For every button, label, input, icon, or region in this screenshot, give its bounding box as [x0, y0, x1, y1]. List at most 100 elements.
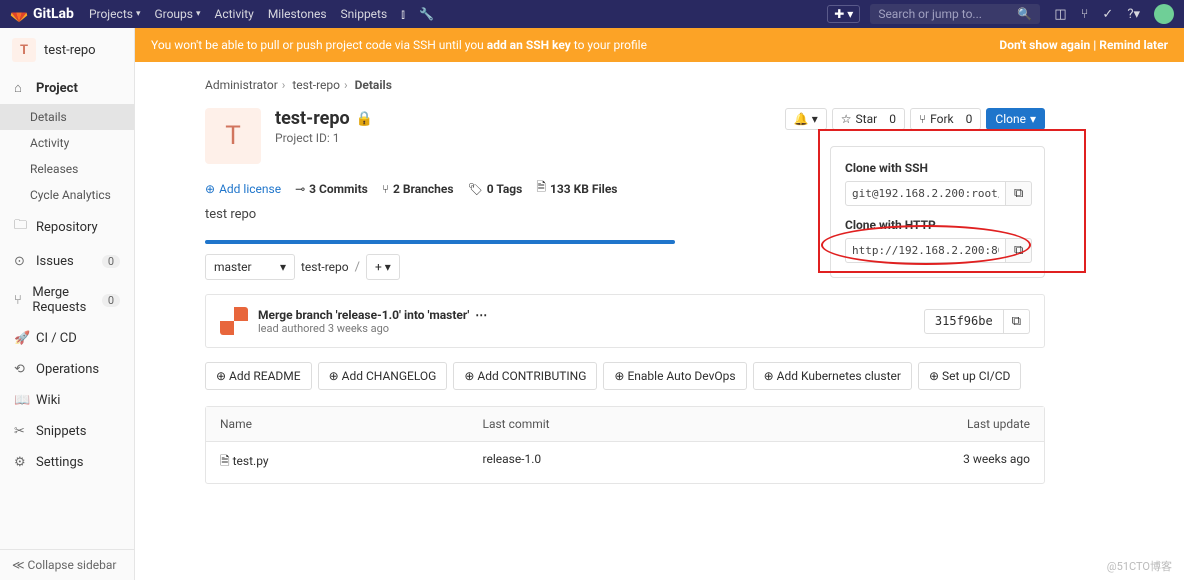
notification-btn[interactable]: 🔔 ▾: [785, 108, 827, 130]
sidebar-issues[interactable]: ⊙Issues0: [0, 246, 134, 277]
commits-count[interactable]: ⊸ 3 Commits: [295, 182, 368, 196]
merge-icon: ⑂: [14, 293, 24, 308]
user-avatar[interactable]: [1154, 4, 1174, 24]
header-update: Last update: [920, 417, 1030, 431]
lock-icon: 🔒: [356, 111, 373, 127]
branches-count[interactable]: ⑂ 2 Branches: [382, 182, 454, 196]
setup-buttons: ⊕ Add README ⊕ Add CHANGELOG ⊕ Add CONTR…: [205, 362, 1045, 390]
nav-snippets[interactable]: Snippets: [341, 7, 388, 21]
action-row: 🔔 ▾ ☆ Star0 ⑂ Fork0 Clone ▾ Clone with S…: [785, 108, 1045, 130]
fork-count: 0: [958, 108, 982, 130]
book-icon: 📖: [14, 393, 28, 408]
last-commit: Merge branch 'release-1.0' into 'master'…: [205, 294, 1045, 348]
path-root[interactable]: test-repo: [301, 260, 349, 274]
tags-count[interactable]: 🏷 0 Tags: [468, 182, 523, 196]
collapse-sidebar[interactable]: ≪ Collapse sidebar: [0, 549, 134, 580]
clone-panel: Clone with SSH ⧉ Clone with HTTP ⧉: [830, 146, 1045, 278]
fork-button[interactable]: ⑂ Fork: [910, 108, 963, 130]
table-row[interactable]: 🗎 test.py release-1.0 3 weeks ago: [206, 442, 1044, 483]
ssh-alert: You won't be able to pull or push projec…: [135, 28, 1184, 62]
plus-dropdown[interactable]: ✚ ▾: [827, 5, 860, 23]
add-kubernetes-button[interactable]: ⊕ Add Kubernetes cluster: [753, 362, 912, 390]
sidebar-repository[interactable]: 🗀Repository: [0, 208, 134, 246]
gear-icon: ⚙: [14, 455, 28, 470]
merge-icon[interactable]: ⑂: [1081, 7, 1089, 22]
commit-message[interactable]: Merge branch 'release-1.0' into 'master'…: [258, 308, 487, 322]
add-license-link[interactable]: ⊕ Add license: [205, 182, 281, 196]
nav-wrench-icon[interactable]: 🔧: [419, 7, 434, 21]
nav-milestones[interactable]: Milestones: [268, 7, 327, 21]
file-name[interactable]: 🗎 test.py: [220, 452, 483, 473]
sidebar-details[interactable]: Details: [0, 104, 134, 130]
clone-http-label: Clone with HTTP: [845, 218, 1030, 232]
clone-ssh-label: Clone with SSH: [845, 161, 1030, 175]
file-last-commit[interactable]: release-1.0: [483, 452, 921, 473]
todos-icon[interactable]: ✓: [1102, 7, 1113, 22]
nav-activity[interactable]: Activity: [215, 7, 254, 21]
issues-icon: ⊙: [14, 254, 28, 269]
copy-ssh-button[interactable]: ⧉: [1006, 181, 1032, 206]
project-big-avatar: T: [205, 108, 261, 164]
issues-count: 0: [102, 255, 120, 268]
clone-ssh-input[interactable]: [845, 181, 1006, 206]
sidebar-merge-requests[interactable]: ⑂Merge Requests0: [0, 277, 134, 323]
issues-icon[interactable]: ◫: [1054, 7, 1066, 22]
add-readme-button[interactable]: ⊕ Add README: [205, 362, 312, 390]
nav-stats-icon[interactable]: ⫾: [401, 7, 405, 22]
project-title: test-repo🔒: [275, 108, 373, 129]
gitlab-logo[interactable]: GitLab: [10, 5, 74, 23]
sidebar-settings[interactable]: ⚙Settings: [0, 447, 134, 478]
topbar: GitLab Projects▾ Groups▾ Activity Milest…: [0, 0, 1184, 28]
help-icon[interactable]: ?▾: [1127, 7, 1140, 22]
add-contributing-button[interactable]: ⊕ Add CONTRIBUTING: [453, 362, 597, 390]
sidebar-cycle[interactable]: Cycle Analytics: [0, 182, 134, 208]
setup-cicd-button[interactable]: ⊕ Set up CI/CD: [918, 362, 1021, 390]
branch-select[interactable]: master▾: [205, 254, 295, 280]
rocket-icon: 🚀: [14, 331, 28, 346]
nav-groups[interactable]: Groups▾: [154, 7, 200, 21]
sidebar-activity[interactable]: Activity: [0, 130, 134, 156]
sidebar-snippets[interactable]: ✂Snippets: [0, 416, 134, 447]
sidebar-wiki[interactable]: 📖Wiki: [0, 385, 134, 416]
sidebar-project-name: test-repo: [44, 43, 96, 58]
mr-count: 0: [102, 294, 120, 307]
project-avatar: T: [12, 38, 36, 62]
snippet-icon: ✂: [14, 424, 28, 439]
gitlab-icon: [10, 5, 28, 23]
folder-icon: 🗀: [14, 216, 28, 238]
clone-http-input[interactable]: [845, 238, 1006, 263]
star-count: 0: [881, 108, 905, 130]
clone-button[interactable]: Clone ▾: [986, 108, 1045, 130]
search-placeholder: Search or jump to...: [878, 7, 982, 21]
file-last-update: 3 weeks ago: [920, 452, 1030, 473]
star-button[interactable]: ☆ Star: [832, 108, 886, 130]
add-file-dropdown[interactable]: + ▾: [366, 254, 400, 280]
header-name: Name: [220, 417, 483, 431]
sidebar-releases[interactable]: Releases: [0, 156, 134, 182]
home-icon: ⌂: [14, 80, 28, 96]
crumb-details: Details: [355, 78, 392, 92]
search-input[interactable]: Search or jump to... 🔍: [870, 4, 1040, 24]
sidebar: T test-repo ⌂Project Details Activity Re…: [0, 28, 135, 580]
file-table: Name Last commit Last update 🗎 test.py r…: [205, 406, 1045, 484]
nav-projects[interactable]: Projects▾: [89, 7, 141, 21]
watermark: @51CTO博客: [1107, 558, 1172, 574]
alert-link[interactable]: add an SSH key: [487, 38, 571, 52]
add-changelog-button[interactable]: ⊕ Add CHANGELOG: [318, 362, 448, 390]
copy-sha-button[interactable]: ⧉: [1004, 309, 1030, 334]
sidebar-operations[interactable]: ⟲Operations: [0, 354, 134, 385]
enable-autodevops-button[interactable]: ⊕ Enable Auto DevOps: [603, 362, 746, 390]
copy-http-button[interactable]: ⧉: [1006, 238, 1032, 263]
project-id: Project ID: 1: [275, 131, 373, 145]
search-icon: 🔍: [1017, 7, 1032, 21]
sidebar-project-head[interactable]: T test-repo: [0, 28, 134, 72]
alert-actions: Don't show again | Remind later: [999, 38, 1168, 52]
remind-later[interactable]: Remind later: [1099, 38, 1168, 52]
files-size[interactable]: 🗎 133 KB Files: [536, 178, 617, 199]
crumb-admin[interactable]: Administrator: [205, 78, 278, 92]
sidebar-project[interactable]: ⌂Project: [0, 72, 134, 104]
crumb-repo[interactable]: test-repo: [292, 78, 340, 92]
sidebar-cicd[interactable]: 🚀CI / CD: [0, 323, 134, 354]
dont-show-again[interactable]: Don't show again: [999, 38, 1090, 52]
commit-sha[interactable]: 315f96be: [924, 309, 1004, 334]
